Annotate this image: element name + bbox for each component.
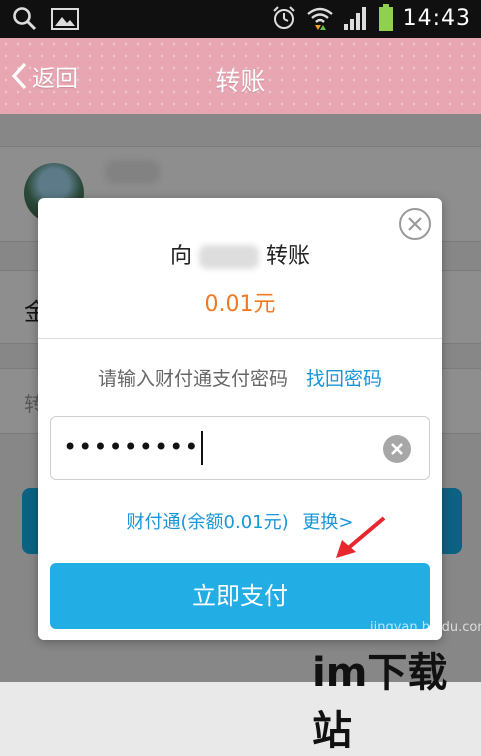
status-bar: 14:43 bbox=[0, 0, 481, 38]
alarm-icon bbox=[272, 6, 295, 29]
password-prompt: 请输入财付通支付密码 bbox=[97, 368, 288, 390]
title-bar: 返回 转账 bbox=[0, 38, 481, 114]
password-value: ••••••••• bbox=[63, 431, 204, 465]
gallery-icon bbox=[51, 8, 79, 30]
clear-icon bbox=[391, 443, 403, 455]
wifi-icon bbox=[306, 7, 333, 30]
recipient-suffix: 转账 bbox=[266, 244, 311, 269]
password-input[interactable]: ••••••••• bbox=[50, 416, 430, 480]
password-prompt-row: 请输入财付通支付密码 找回密码 bbox=[38, 364, 442, 391]
clear-input-button[interactable] bbox=[383, 435, 411, 463]
payment-account: 财付通(余额0.01元) bbox=[126, 512, 289, 533]
forgot-password-link[interactable]: 找回密码 bbox=[306, 368, 382, 390]
payment-dialog: 向 转账 0.01元 请输入财付通支付密码 找回密码 ••••••••• 财付通… bbox=[38, 198, 442, 640]
text-cursor bbox=[201, 431, 204, 465]
divider bbox=[38, 338, 442, 339]
transfer-amount: 0.01元 bbox=[204, 292, 276, 317]
watermark-url: jingyan.baidu.com bbox=[370, 620, 481, 635]
recipient-name-redacted bbox=[199, 245, 259, 269]
page-title: 转账 bbox=[215, 67, 266, 96]
search-icon bbox=[13, 7, 37, 31]
recipient-prefix: 向 bbox=[169, 244, 192, 269]
signal-icon bbox=[343, 7, 366, 30]
close-icon bbox=[408, 217, 422, 231]
battery-icon bbox=[378, 4, 393, 31]
close-button[interactable] bbox=[399, 208, 431, 240]
annotation-arrow-icon bbox=[336, 516, 386, 558]
clock: 14:43 bbox=[402, 5, 471, 31]
watermark: im下载站 bbox=[312, 650, 448, 754]
recipient-line: 向 转账 bbox=[38, 238, 442, 270]
